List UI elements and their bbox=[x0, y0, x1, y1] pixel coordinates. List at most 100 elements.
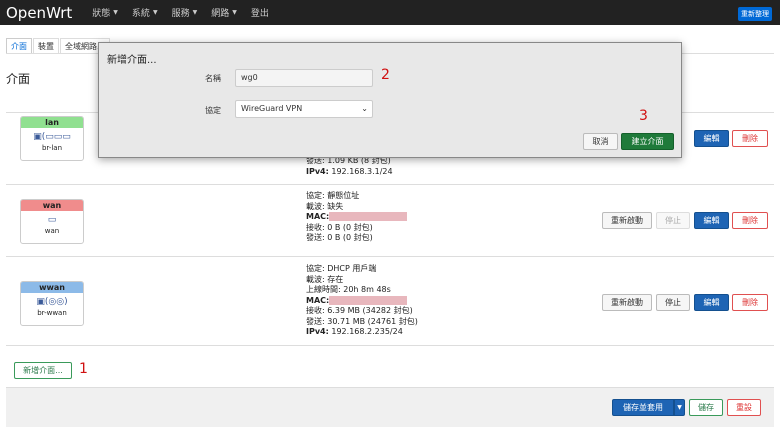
save-button[interactable]: 儲存 bbox=[689, 399, 723, 416]
interface-name: wwan bbox=[21, 282, 83, 293]
status-value: 靜態位址 bbox=[327, 191, 360, 200]
status-label: 協定: bbox=[306, 191, 325, 200]
footer-actions: 儲存並套用 ▼ 儲存 重設 bbox=[6, 387, 774, 427]
interface-status: 發送: 1.09 KB (8 封包) IPv4: 192.168.3.1/24 bbox=[306, 156, 393, 177]
add-interface-modal: 新增介面... 名稱 wg0 2 協定 WireGuard VPN ⌄ 3 取消… bbox=[98, 42, 682, 158]
nav-services[interactable]: 服務 ▼ bbox=[172, 6, 198, 19]
protocol-selected-value: WireGuard VPN bbox=[241, 104, 303, 113]
top-navbar: OpenWrt 狀態 ▼ 系統 ▼ 服務 ▼ 網路 ▼ 登出 重新整理 bbox=[0, 0, 780, 25]
edit-button[interactable]: 編輯 bbox=[694, 212, 729, 229]
chevron-down-icon: ▼ bbox=[113, 9, 118, 16]
modal-title: 新增介面... bbox=[107, 55, 157, 66]
nav-services-label: 服務 bbox=[171, 9, 190, 19]
nav-network[interactable]: 網路 ▼ bbox=[211, 6, 237, 19]
annotation-3: 3 bbox=[639, 108, 648, 124]
mac-redacted bbox=[329, 212, 408, 221]
status-value: 192.168.2.235/24 bbox=[331, 327, 403, 336]
create-interface-button[interactable]: 建立介面 bbox=[621, 133, 674, 150]
chevron-down-icon: ▼ bbox=[232, 9, 237, 16]
wireless-bridge-icon: ▣(◎◎) bbox=[36, 297, 68, 307]
interface-name: wan bbox=[21, 200, 83, 211]
tab-devices[interactable]: 裝置 bbox=[33, 38, 59, 54]
status-line: 發送: 0 B (0 封包) bbox=[306, 233, 407, 244]
interface-body: ▣(▭▭▭ br-lan bbox=[21, 128, 83, 160]
save-apply-button[interactable]: 儲存並套用 bbox=[612, 399, 674, 416]
interface-badge-wan: wan ▭ wan bbox=[20, 199, 84, 244]
page-title: 介面 bbox=[6, 72, 31, 86]
nav-system-label: 系統 bbox=[131, 9, 150, 19]
status-line: IPv4: 192.168.2.235/24 bbox=[306, 327, 418, 338]
table-row: wan ▭ wan 協定: 靜態位址 載波: 缺失 MAC: 接收: 0 B (… bbox=[6, 184, 774, 256]
status-value: 存在 bbox=[327, 274, 344, 284]
status-label: MAC: bbox=[306, 295, 330, 305]
delete-button[interactable]: 刪除 bbox=[732, 212, 768, 229]
nav-status[interactable]: 狀態 ▼ bbox=[92, 6, 118, 19]
interface-status: 協定: DHCP 用戶端 載波: 存在 上線時間: 20h 8m 48s MAC… bbox=[306, 264, 418, 338]
interface-status: 協定: 靜態位址 載波: 缺失 MAC: 接收: 0 B (0 封包) 發送: … bbox=[306, 191, 408, 244]
status-label: IPv4: bbox=[306, 327, 329, 336]
status-line: 載波: 存在 bbox=[306, 275, 418, 286]
chevron-down-icon: ⌄ bbox=[361, 104, 368, 113]
status-label: 發送: bbox=[306, 316, 325, 326]
status-line: 接收: 6.39 MB (34282 封包) bbox=[306, 306, 418, 317]
restart-button[interactable]: 重新啟動 bbox=[602, 294, 652, 311]
brand-logo[interactable]: OpenWrt bbox=[6, 4, 72, 22]
status-value: 0 B (0 封包) bbox=[327, 222, 373, 232]
add-interface-button[interactable]: 新增介面... bbox=[14, 362, 72, 379]
status-label: IPv4: bbox=[306, 166, 329, 176]
annotation-2: 2 bbox=[381, 67, 390, 83]
nav-system[interactable]: 系統 ▼ bbox=[132, 6, 158, 19]
edit-button[interactable]: 編輯 bbox=[694, 130, 729, 147]
status-label: 載波: bbox=[306, 274, 325, 284]
status-label: 發送: bbox=[306, 233, 325, 242]
status-label: MAC: bbox=[306, 212, 330, 221]
status-line: IPv4: 192.168.3.1/24 bbox=[306, 167, 393, 178]
protocol-label: 協定 bbox=[205, 106, 221, 115]
mac-redacted bbox=[329, 295, 408, 305]
reset-button[interactable]: 重設 bbox=[727, 399, 761, 416]
protocol-select[interactable]: WireGuard VPN ⌄ bbox=[235, 100, 373, 118]
nav-status-label: 狀態 bbox=[92, 9, 111, 19]
edit-button[interactable]: 編輯 bbox=[694, 294, 729, 311]
status-line: 協定: 靜態位址 bbox=[306, 191, 407, 202]
status-value: 6.39 MB (34282 封包) bbox=[327, 306, 413, 315]
cancel-button[interactable]: 取消 bbox=[583, 133, 618, 150]
status-label: 協定: bbox=[306, 264, 325, 273]
status-value: DHCP 用戶端 bbox=[327, 264, 377, 273]
name-label: 名稱 bbox=[205, 74, 221, 83]
status-value: 0 B (0 封包) bbox=[327, 233, 373, 242]
status-line: 載波: 缺失 bbox=[306, 202, 407, 213]
interface-body: ▣(◎◎) br-wwan bbox=[21, 293, 83, 325]
device-name: wan bbox=[44, 227, 60, 235]
status-line: MAC: bbox=[306, 295, 418, 307]
status-line: MAC: bbox=[306, 212, 408, 223]
interface-badge-lan: lan ▣(▭▭▭ br-lan bbox=[20, 116, 84, 161]
device-name: br-wwan bbox=[37, 309, 67, 317]
status-label: 接收: bbox=[306, 306, 325, 315]
tab-interfaces[interactable]: 介面 bbox=[6, 38, 32, 54]
interface-badge-wwan: wwan ▣(◎◎) br-wwan bbox=[20, 281, 84, 326]
name-input[interactable]: wg0 bbox=[235, 69, 373, 87]
delete-button[interactable]: 刪除 bbox=[732, 294, 768, 311]
tab-bar: 介面 裝置 全域網路... bbox=[6, 38, 111, 54]
nav-logout[interactable]: 登出 bbox=[251, 6, 269, 19]
status-value: 192.168.3.1/24 bbox=[331, 166, 393, 176]
device-name: br-lan bbox=[41, 144, 63, 152]
chevron-down-icon: ▼ bbox=[192, 9, 198, 16]
nav-network-label: 網路 bbox=[211, 9, 230, 19]
status-value: 30.71 MB (24761 封包) bbox=[327, 316, 418, 326]
save-apply-dropdown-icon[interactable]: ▼ bbox=[674, 399, 685, 416]
interface-body: ▭ wan bbox=[21, 211, 83, 243]
status-label: 上線時間: bbox=[306, 285, 341, 294]
bridge-device-icon: ▣(▭▭▭ bbox=[33, 132, 71, 142]
stop-button[interactable]: 停止 bbox=[656, 294, 690, 311]
changes-badge[interactable]: 重新整理 bbox=[738, 7, 772, 21]
interface-name: lan bbox=[21, 117, 83, 128]
restart-button[interactable]: 重新啟動 bbox=[602, 212, 652, 229]
status-label: 載波: bbox=[306, 201, 325, 211]
status-value: 缺失 bbox=[327, 201, 344, 211]
delete-button[interactable]: 刪除 bbox=[732, 130, 768, 147]
stop-button[interactable]: 停止 bbox=[656, 212, 690, 229]
table-row: wwan ▣(◎◎) br-wwan 協定: DHCP 用戶端 載波: 存在 上… bbox=[6, 256, 774, 346]
status-label: 接收: bbox=[306, 222, 325, 232]
